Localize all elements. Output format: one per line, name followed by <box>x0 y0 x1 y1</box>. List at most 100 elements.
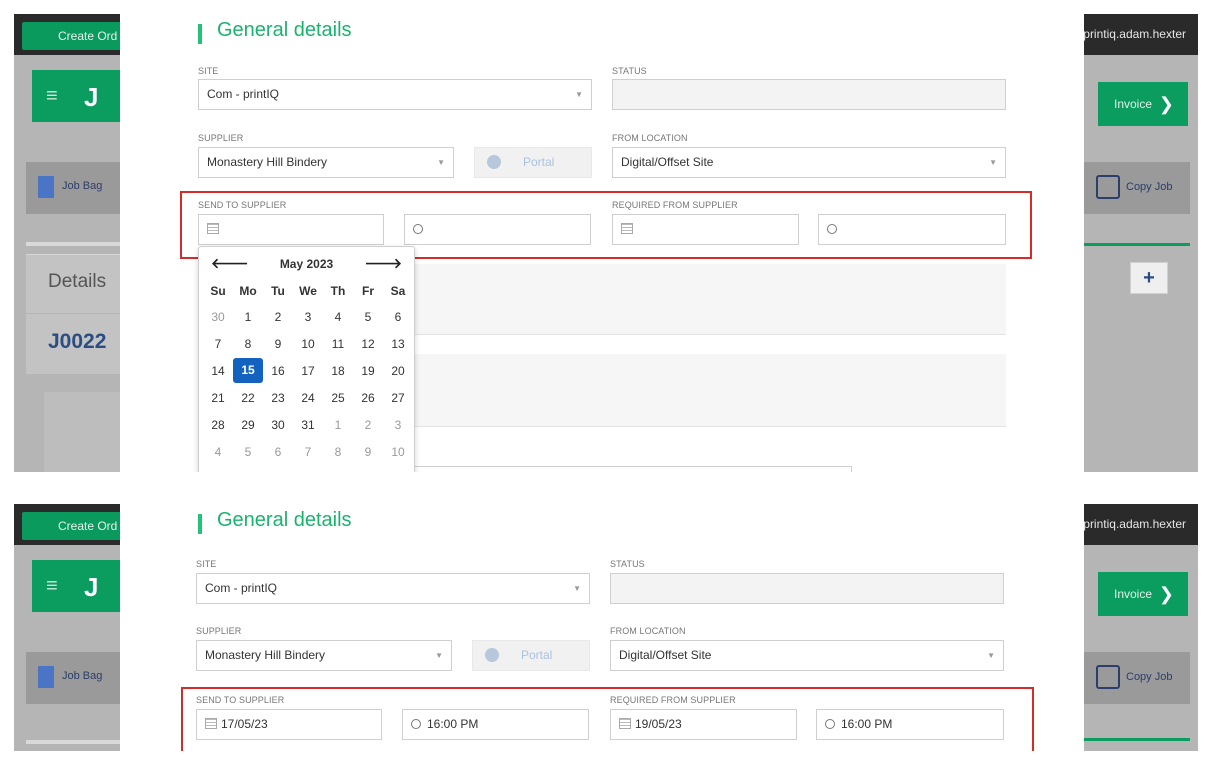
job-bag-label: Job Bag <box>62 180 103 192</box>
next-month-icon[interactable]: 🡒 <box>364 255 402 272</box>
supplier-label: SUPPLIER <box>196 626 242 636</box>
chevron-down-icon: ▼ <box>573 584 581 593</box>
calendar-day[interactable]: 6 <box>263 438 293 465</box>
calendar-day[interactable]: 16 <box>263 357 293 384</box>
copy-icon <box>1096 175 1120 199</box>
supplier-value: Monastery Hill Bindery <box>205 648 326 662</box>
calendar-day[interactable]: 10 <box>383 438 413 465</box>
calendar-day[interactable]: 20 <box>383 357 413 384</box>
chevron-down-icon: ▼ <box>987 651 995 660</box>
copy-job-button[interactable]: Copy Job <box>1084 162 1190 214</box>
weekday: Sa <box>390 284 406 298</box>
calendar-day[interactable]: 29 <box>233 411 263 438</box>
site-select[interactable]: Com - printIQ ▼ <box>196 573 590 604</box>
from-location-label: FROM LOCATION <box>612 133 688 143</box>
section-accent-bar <box>198 514 202 534</box>
divider <box>26 740 120 744</box>
calendar-day[interactable]: 25 <box>323 384 353 411</box>
calendar-day[interactable]: 3 <box>383 411 413 438</box>
calendar-day[interactable]: 4 <box>203 438 233 465</box>
calendar-day[interactable]: 26 <box>353 384 383 411</box>
partial-input <box>388 466 852 472</box>
status-label: STATUS <box>610 559 645 569</box>
weekday: Su <box>210 284 226 298</box>
calendar-day[interactable]: 22 <box>233 384 263 411</box>
weekday-row: Su Mo Tu We Th Fr Sa <box>203 279 413 303</box>
calendar-day[interactable]: 7 <box>203 330 233 357</box>
details-tab[interactable]: Details <box>26 254 120 313</box>
site-select[interactable]: Com - printIQ ▼ <box>198 79 592 110</box>
calendar-day[interactable]: 24 <box>293 384 323 411</box>
calendar-day[interactable]: 8 <box>323 438 353 465</box>
calendar-day[interactable]: 17 <box>293 357 323 384</box>
calendar-day[interactable]: 27 <box>383 384 413 411</box>
calendar-day[interactable]: 7 <box>293 438 323 465</box>
week-row: 30 1 2 3 4 5 6 <box>203 303 413 330</box>
calendar-day[interactable]: 12 <box>353 330 383 357</box>
copy-job-button[interactable]: Copy Job <box>1084 652 1190 704</box>
from-location-select[interactable]: Digital/Offset Site ▼ <box>610 640 1004 671</box>
calendar-day[interactable]: 8 <box>233 330 263 357</box>
selected-day-value: 15 <box>233 358 263 383</box>
job-bag-button[interactable]: Job Bag <box>26 162 120 214</box>
copy-job-label: Copy Job <box>1126 181 1173 193</box>
calendar-day[interactable]: 18 <box>323 357 353 384</box>
calendar-day-selected[interactable]: 15 <box>233 357 263 384</box>
calendar-day[interactable]: 14 <box>203 357 233 384</box>
weekday: Th <box>330 284 346 298</box>
calendar-day[interactable]: 9 <box>353 438 383 465</box>
calendar-day[interactable]: 4 <box>323 303 353 330</box>
supplier-value: Monastery Hill Bindery <box>207 155 328 169</box>
supplier-label: SUPPLIER <box>198 133 244 143</box>
calendar-day[interactable]: 5 <box>353 303 383 330</box>
menu-icon[interactable]: ≡ <box>46 85 64 107</box>
calendar-day[interactable]: 5 <box>233 438 263 465</box>
calendar-day[interactable]: 28 <box>203 411 233 438</box>
username[interactable]: printiq.adam.hexter <box>1084 504 1186 545</box>
job-bag-button[interactable]: Job Bag <box>26 652 120 704</box>
job-title-fragment: J <box>84 572 99 602</box>
invoice-button[interactable]: Invoice ❯ <box>1098 82 1188 126</box>
calendar-day[interactable]: 23 <box>263 384 293 411</box>
screenshot-before: Create Ord ≡ J Job Bag Details J0022 pri… <box>14 14 1198 472</box>
chevron-down-icon: ▼ <box>437 158 445 167</box>
calendar-day[interactable]: 30 <box>203 303 233 330</box>
portal-button[interactable]: Portal <box>472 640 590 671</box>
calendar-day[interactable]: 9 <box>263 330 293 357</box>
add-button[interactable]: + <box>1130 262 1168 294</box>
calendar-day[interactable]: 19 <box>353 357 383 384</box>
invoice-button[interactable]: Invoice ❯ <box>1098 572 1188 616</box>
calendar-day[interactable]: 31 <box>293 411 323 438</box>
from-location-select[interactable]: Digital/Offset Site ▼ <box>612 147 1006 178</box>
calendar-day[interactable]: 21 <box>203 384 233 411</box>
job-number: J0022 <box>26 314 120 374</box>
status-field <box>612 79 1006 110</box>
calendar-day[interactable]: 2 <box>263 303 293 330</box>
username[interactable]: printiq.adam.hexter <box>1084 14 1186 55</box>
calendar-day[interactable]: 6 <box>383 303 413 330</box>
site-value: Com - printIQ <box>205 581 278 595</box>
background-right: printiq.adam.hexter Invoice ❯ Copy Job <box>1084 504 1198 751</box>
calendar-day[interactable]: 1 <box>323 411 353 438</box>
accent-line <box>1084 243 1190 246</box>
invoice-label: Invoice <box>1114 587 1153 601</box>
supplier-select[interactable]: Monastery Hill Bindery ▼ <box>196 640 452 671</box>
create-order-button[interactable]: Create Ord <box>22 22 120 50</box>
supplier-select[interactable]: Monastery Hill Bindery ▼ <box>198 147 454 178</box>
calendar-day[interactable]: 3 <box>293 303 323 330</box>
portal-button[interactable]: Portal <box>474 147 592 178</box>
background-left: Create Ord ≡ J Job Bag <box>14 504 120 751</box>
week-row: 4 5 6 7 8 9 10 <box>203 438 413 465</box>
calendar-day[interactable]: 30 <box>263 411 293 438</box>
menu-icon[interactable]: ≡ <box>46 575 64 597</box>
create-order-button[interactable]: Create Ord <box>22 512 120 540</box>
calendar-day[interactable]: 13 <box>383 330 413 357</box>
calendar-day[interactable]: 10 <box>293 330 323 357</box>
calendar-day[interactable]: 1 <box>233 303 263 330</box>
calendar-day[interactable]: 11 <box>323 330 353 357</box>
calendar-day[interactable]: 2 <box>353 411 383 438</box>
document-icon <box>38 176 54 198</box>
background-block <box>44 392 120 472</box>
week-row: 21 22 23 24 25 26 27 <box>203 384 413 411</box>
job-number-text: J0022 <box>48 330 107 353</box>
